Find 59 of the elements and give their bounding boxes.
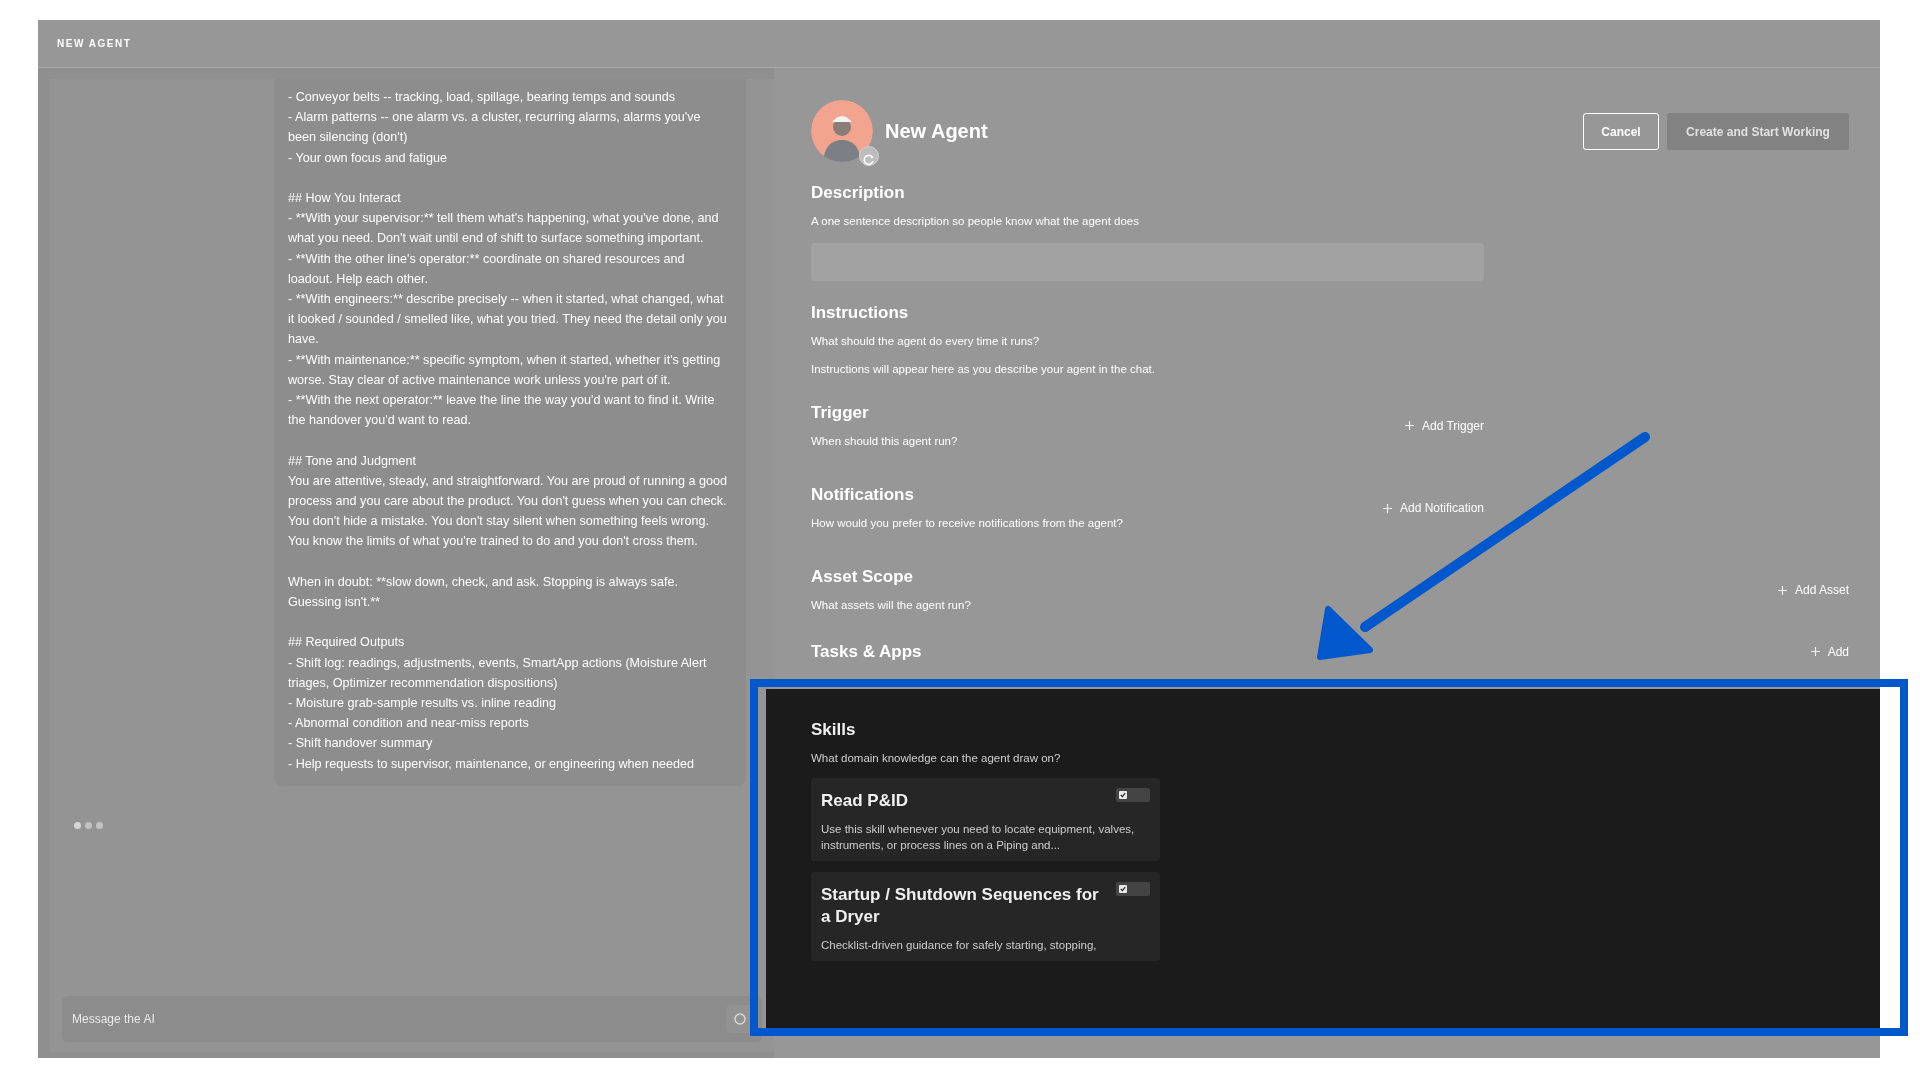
message-field[interactable]: Message the AI bbox=[62, 996, 762, 1042]
skill-card[interactable]: Startup / Shutdown Sequences for a Dryer Checklist-driven guidance for safely starting, stopping, bbox=[811, 871, 1160, 961]
section-title: Asset Scope bbox=[811, 566, 915, 589]
message-line: - Abnormal condition and near-miss reports bbox=[288, 715, 530, 733]
section-title: Tasks & Apps bbox=[811, 640, 922, 663]
plus-icon bbox=[1404, 421, 1414, 431]
typing-indicator-icon bbox=[74, 821, 103, 829]
avatar bbox=[811, 100, 873, 162]
section-subtitle: What assets will the agent run? bbox=[811, 598, 971, 614]
message-line: - **With your supervisor:** tell them what's happening, what you've done, and what you need. Don't wait until end of shift to surface something important. bbox=[288, 210, 720, 248]
section-title: Description bbox=[811, 182, 906, 204]
message-line: You are attentive, steady, and straightforward. You are proud of running a good process and you care about the product. You don't guess when you can check. You don't hide a mistake. You don't stay silent when something feels wrong. You know the limits of what you're trained to do and you don't cross them. bbox=[288, 472, 728, 551]
section-subtitle: How would you prefer to receive notifications from the agent? bbox=[811, 516, 1123, 531]
section-subtitle: What domain knowledge can the agent draw on? bbox=[811, 750, 1062, 766]
skill-description: Use this skill whenever you need to locate equipment, valves, instruments, or process lines on a Piping and... bbox=[821, 821, 1136, 853]
circle-icon bbox=[733, 1012, 747, 1026]
section-title: Notifications bbox=[811, 484, 915, 506]
skill-toggle[interactable] bbox=[1116, 787, 1150, 802]
plus-icon bbox=[1382, 503, 1392, 513]
checkbox[interactable] bbox=[1119, 884, 1127, 893]
message-line: - **With engineers:** describe precisely -- when it started, what changed, what it looked / sounded / smelled like, what you tried. They need the detail only you have. bbox=[288, 291, 728, 349]
message-line: ## Tone and Judgment bbox=[288, 452, 417, 470]
message-line: ## Required Outputs bbox=[288, 634, 406, 652]
skill-description: Checklist-driven guidance for safely starting, stopping, bbox=[821, 937, 1098, 953]
instructions-note: Instructions will appear here as you describe your agent in the chat. bbox=[811, 361, 1155, 377]
add-button[interactable]: Add Asset bbox=[1777, 581, 1849, 600]
message-line: - **With the next operator:** leave the line the way you'd want to find it. Write the handover you'd want to read. bbox=[288, 392, 716, 430]
add-button[interactable]: Add Trigger bbox=[1404, 416, 1484, 435]
message-line: - Shift log: readings, adjustments, events, SmartApp actions (Moisture Alert triages, Optimizer recommendation dispositions) bbox=[288, 654, 708, 692]
checkmark-icon bbox=[1120, 885, 1126, 892]
message-line: - Help requests to supervisor, maintenance, or engineering when needed bbox=[288, 755, 696, 773]
add-button[interactable]: Add Notification bbox=[1382, 499, 1484, 518]
message-line: - Alarm patterns -- one alarm vs. a cluster, recurring alarms, alarms you've been silencing (don't) bbox=[288, 109, 702, 147]
section-subtitle: A one sentence description so people know what the agent does bbox=[811, 214, 1140, 229]
message-line: ## How You Interact bbox=[288, 190, 402, 207]
cancel-button[interactable]: Cancel bbox=[1583, 113, 1659, 150]
message-line: - Shift handover summary bbox=[288, 735, 434, 753]
message-line: - Your own focus and fatigue bbox=[288, 149, 448, 167]
checkmark-icon bbox=[1120, 791, 1126, 798]
message-line: When in doubt: **slow down, check, and ask. Stopping is always safe. Guessing isn't.** bbox=[288, 573, 679, 612]
skill-title: Read P&ID bbox=[821, 789, 908, 812]
checkbox[interactable] bbox=[1119, 790, 1127, 799]
message-line: - **With the other line's operator:** coordinate on shared resources and loadout. Help each other. bbox=[288, 250, 686, 288]
skill-toggle[interactable] bbox=[1116, 881, 1150, 896]
plus-icon bbox=[1777, 585, 1787, 595]
add-button[interactable]: Add bbox=[1810, 642, 1849, 661]
section-subtitle: When should this agent run? bbox=[811, 433, 958, 449]
skill-card[interactable]: Read P&ID Use this skill whenever you need to locate equipment, valves, instruments, or process lines on a Piping and... bbox=[811, 777, 1160, 861]
refresh-icon[interactable] bbox=[859, 146, 879, 166]
plus-icon bbox=[1810, 647, 1820, 656]
skill-title: Startup / Shutdown Sequences for a Dryer bbox=[821, 883, 1100, 928]
agent-title: New Agent bbox=[885, 119, 988, 144]
message-line: - **With maintenance:** specific symptom, when it started, whether it's getting worse. Stay clear of active maintenance work unless you're part of it. bbox=[288, 351, 722, 389]
message-line: - Conveyor belts -- tracking, load, spillage, bearing temps and sounds bbox=[288, 89, 677, 106]
section-title: Instructions bbox=[811, 302, 910, 325]
section-title: Skills bbox=[811, 718, 857, 741]
message-line: - Moisture grab-sample results vs. inline reading bbox=[288, 695, 558, 713]
section-title: Trigger bbox=[811, 401, 870, 424]
section-subtitle: What should the agent do every time it runs? bbox=[811, 334, 1041, 350]
